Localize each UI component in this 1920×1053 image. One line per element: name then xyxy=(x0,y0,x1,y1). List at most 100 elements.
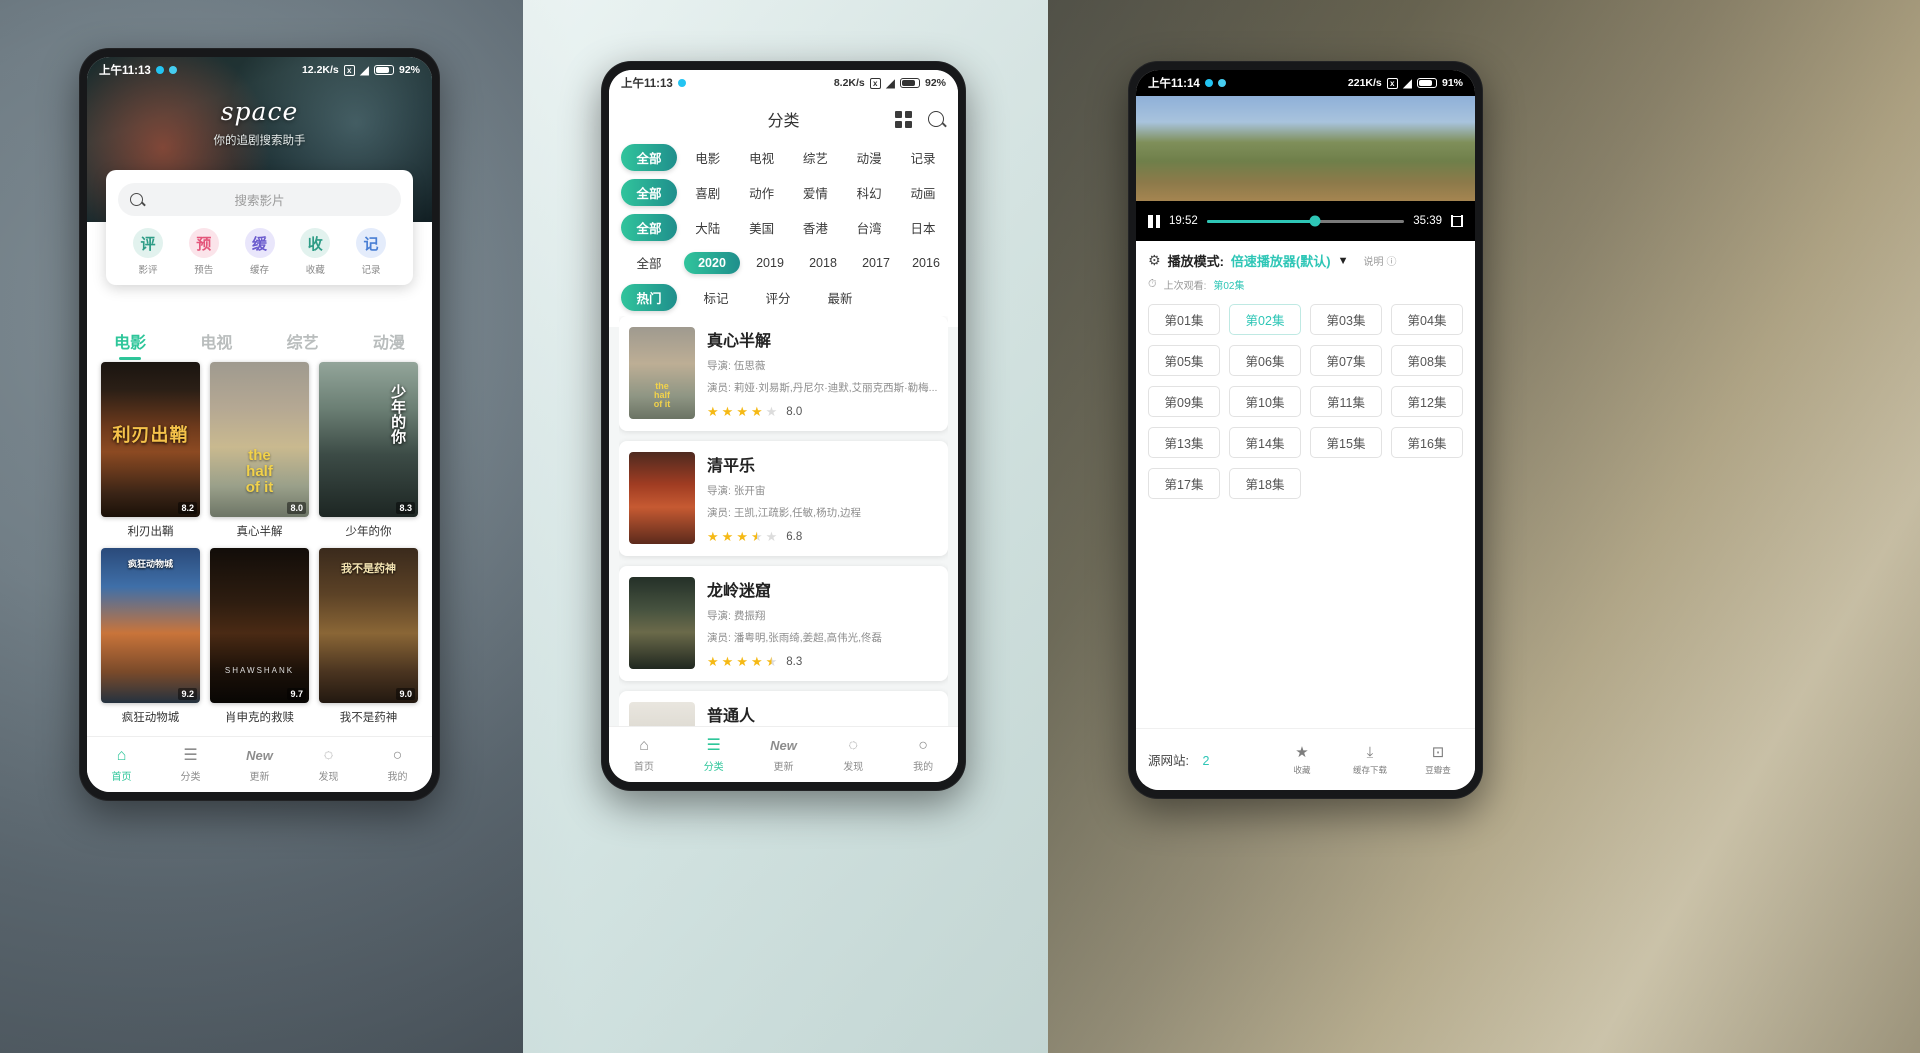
nav-item-profile[interactable]: ○ 我的 xyxy=(888,736,958,773)
filter-chip[interactable]: 2016 xyxy=(906,252,946,274)
episode-button[interactable]: 第04集 xyxy=(1391,304,1463,335)
episode-button[interactable]: 第01集 xyxy=(1148,304,1220,335)
movie-card[interactable]: 8.3 少年的你 xyxy=(319,362,418,539)
progress-slider[interactable] xyxy=(1206,215,1405,227)
nav-item-discover[interactable]: ◌ 发现 xyxy=(294,746,363,783)
nav-item-home[interactable]: ⌂ 首页 xyxy=(609,736,679,773)
quick-action-trailers[interactable]: 预 预告 xyxy=(177,228,231,276)
filter-chip[interactable]: 动漫 xyxy=(846,144,892,171)
tab-tv[interactable]: 电视 xyxy=(173,329,259,360)
episode-button[interactable]: 第08集 xyxy=(1391,345,1463,376)
filter-chip[interactable]: 最新 xyxy=(817,284,863,311)
episode-button[interactable]: 第17集 xyxy=(1148,468,1220,499)
search-icon[interactable] xyxy=(928,111,944,127)
filter-chip[interactable]: 美国 xyxy=(739,214,785,241)
filter-chip[interactable]: 综艺 xyxy=(792,144,838,171)
nav-item-category[interactable]: ☰ 分类 xyxy=(156,746,225,783)
episode-button[interactable]: 第03集 xyxy=(1310,304,1382,335)
episode-button[interactable]: 第15集 xyxy=(1310,427,1382,458)
grid-view-icon[interactable] xyxy=(895,110,912,128)
movie-title: 我不是药神 xyxy=(339,712,398,724)
episode-button[interactable]: 第07集 xyxy=(1310,345,1382,376)
pause-icon[interactable] xyxy=(1148,214,1160,228)
movie-card[interactable]: 8.2 利刃出鞘 xyxy=(101,362,200,539)
filter-chip[interactable]: 全部 xyxy=(621,214,677,241)
filter-chip[interactable]: 电视 xyxy=(739,144,785,171)
progress-knob[interactable] xyxy=(1309,215,1321,227)
result-list[interactable]: 真心半解 导演: 伍思薇 演员: 莉娅·刘易斯,丹尼尔·迪默,艾丽克西斯·勒梅.… xyxy=(619,316,948,726)
nav-label: 分类 xyxy=(703,762,724,773)
filter-chip[interactable]: 全部 xyxy=(621,144,677,171)
episode-button[interactable]: 第11集 xyxy=(1310,386,1382,417)
quick-action-favorites[interactable]: 收 收藏 xyxy=(288,228,342,276)
chevron-down-icon[interactable]: ▼ xyxy=(1338,255,1349,267)
episode-button[interactable]: 第06集 xyxy=(1229,345,1301,376)
quick-action-history[interactable]: 记 记录 xyxy=(344,228,398,276)
episode-button[interactable]: 第16集 xyxy=(1391,427,1463,458)
filter-chip[interactable]: 台湾 xyxy=(846,214,892,241)
quick-action-cache[interactable]: 缓 缓存 xyxy=(233,228,287,276)
nav-item-home[interactable]: ⌂ 首页 xyxy=(87,746,156,783)
nav-item-category[interactable]: ☰ 分类 xyxy=(679,736,749,773)
movie-title: 肖申克的救赎 xyxy=(225,712,294,724)
home-icon: ⌂ xyxy=(639,737,649,754)
filter-chip[interactable]: 科幻 xyxy=(846,179,892,206)
filter-chip[interactable]: 大陆 xyxy=(685,214,731,241)
filter-chip[interactable]: 喜剧 xyxy=(685,179,731,206)
filter-chip[interactable]: 2018 xyxy=(800,252,846,274)
video-player[interactable]: HD 19:52 35:39 xyxy=(1136,96,1475,241)
episode-button[interactable]: 第10集 xyxy=(1229,386,1301,417)
action-favorite[interactable]: ★ 收藏 xyxy=(1281,744,1323,776)
episode-button[interactable]: 第02集 xyxy=(1229,304,1301,335)
episode-button[interactable]: 第09集 xyxy=(1148,386,1220,417)
tab-anime[interactable]: 动漫 xyxy=(346,329,432,360)
filter-chip[interactable]: 记录 xyxy=(900,144,946,171)
list-item[interactable]: 清平乐 导演: 张开宙 演员: 王凯,江疏影,任敏,杨玏,边程 ★ ★ ★ ★ … xyxy=(619,441,948,556)
search-input[interactable]: 搜索影片 xyxy=(118,183,401,216)
nav-item-profile[interactable]: ○ 我的 xyxy=(363,746,432,783)
movie-card[interactable]: 9.2 疯狂动物城 xyxy=(101,548,200,725)
quick-action-reviews[interactable]: 评 影评 xyxy=(121,228,175,276)
play-mode-value[interactable]: 倍速播放器(默认) xyxy=(1231,251,1331,270)
action-douban[interactable]: ⊡ 豆瓣查 xyxy=(1417,744,1459,776)
episode-button[interactable]: 第18集 xyxy=(1229,468,1301,499)
movie-card[interactable]: 9.7 肖申克的救赎 xyxy=(210,548,309,725)
source-site[interactable]: 源网站: 2 xyxy=(1148,750,1209,769)
list-item[interactable]: 真心半解 导演: 伍思薇 演员: 莉娅·刘易斯,丹尼尔·迪默,艾丽克西斯·勒梅.… xyxy=(619,316,948,431)
filter-chip[interactable]: 标记 xyxy=(693,284,739,311)
nav-item-update[interactable]: New 更新 xyxy=(225,746,294,783)
category-header-area: 分类 全部 电影 电视 综艺 动漫 记录 全部 喜剧 动作 爱情 科幻 动画 全… xyxy=(609,96,958,327)
filter-chip[interactable]: 热门 xyxy=(621,284,677,311)
movie-card[interactable]: 8.0 真心半解 xyxy=(210,362,309,539)
filter-chip[interactable]: 日本 xyxy=(900,214,946,241)
filter-chip[interactable]: 爱情 xyxy=(792,179,838,206)
movie-card[interactable]: 9.0 我不是药神 xyxy=(319,548,418,725)
gear-icon[interactable]: ⚙ xyxy=(1148,252,1161,269)
list-item[interactable]: 普通人 xyxy=(619,691,948,726)
tab-movies[interactable]: 电影 xyxy=(87,329,173,360)
filter-chip[interactable]: 2017 xyxy=(853,252,899,274)
episode-button[interactable]: 第14集 xyxy=(1229,427,1301,458)
fullscreen-icon[interactable] xyxy=(1451,214,1463,228)
play-mode-row: ⚙ 播放模式: 倍速播放器(默认) ▼ 说明 ⓘ xyxy=(1148,251,1463,270)
filter-chip[interactable]: 评分 xyxy=(755,284,801,311)
action-download[interactable]: ⤓ 缓存下载 xyxy=(1349,744,1391,776)
filter-chip[interactable]: 2020 xyxy=(684,251,740,274)
filter-chip[interactable]: 全部 xyxy=(621,179,677,206)
movie-poster: 9.7 xyxy=(210,548,309,703)
nav-item-discover[interactable]: ◌ 发现 xyxy=(818,736,888,773)
filter-chip[interactable]: 动画 xyxy=(900,179,946,206)
episode-button[interactable]: 第13集 xyxy=(1148,427,1220,458)
tab-variety[interactable]: 综艺 xyxy=(260,329,346,360)
list-item[interactable]: 龙岭迷窟 导演: 费振翔 演员: 潘粤明,张雨绮,姜超,高伟光,佟磊 ★ ★ ★… xyxy=(619,566,948,681)
play-mode-help[interactable]: 说明 ⓘ xyxy=(1363,253,1396,268)
last-watch-value[interactable]: 第02集 xyxy=(1213,277,1244,292)
filter-chip[interactable]: 动作 xyxy=(739,179,785,206)
filter-chip[interactable]: 全部 xyxy=(621,249,677,276)
nav-item-update[interactable]: New 更新 xyxy=(749,736,819,773)
episode-button[interactable]: 第05集 xyxy=(1148,345,1220,376)
filter-chip[interactable]: 2019 xyxy=(747,252,793,274)
filter-chip[interactable]: 电影 xyxy=(685,144,731,171)
filter-chip[interactable]: 香港 xyxy=(792,214,838,241)
episode-button[interactable]: 第12集 xyxy=(1391,386,1463,417)
